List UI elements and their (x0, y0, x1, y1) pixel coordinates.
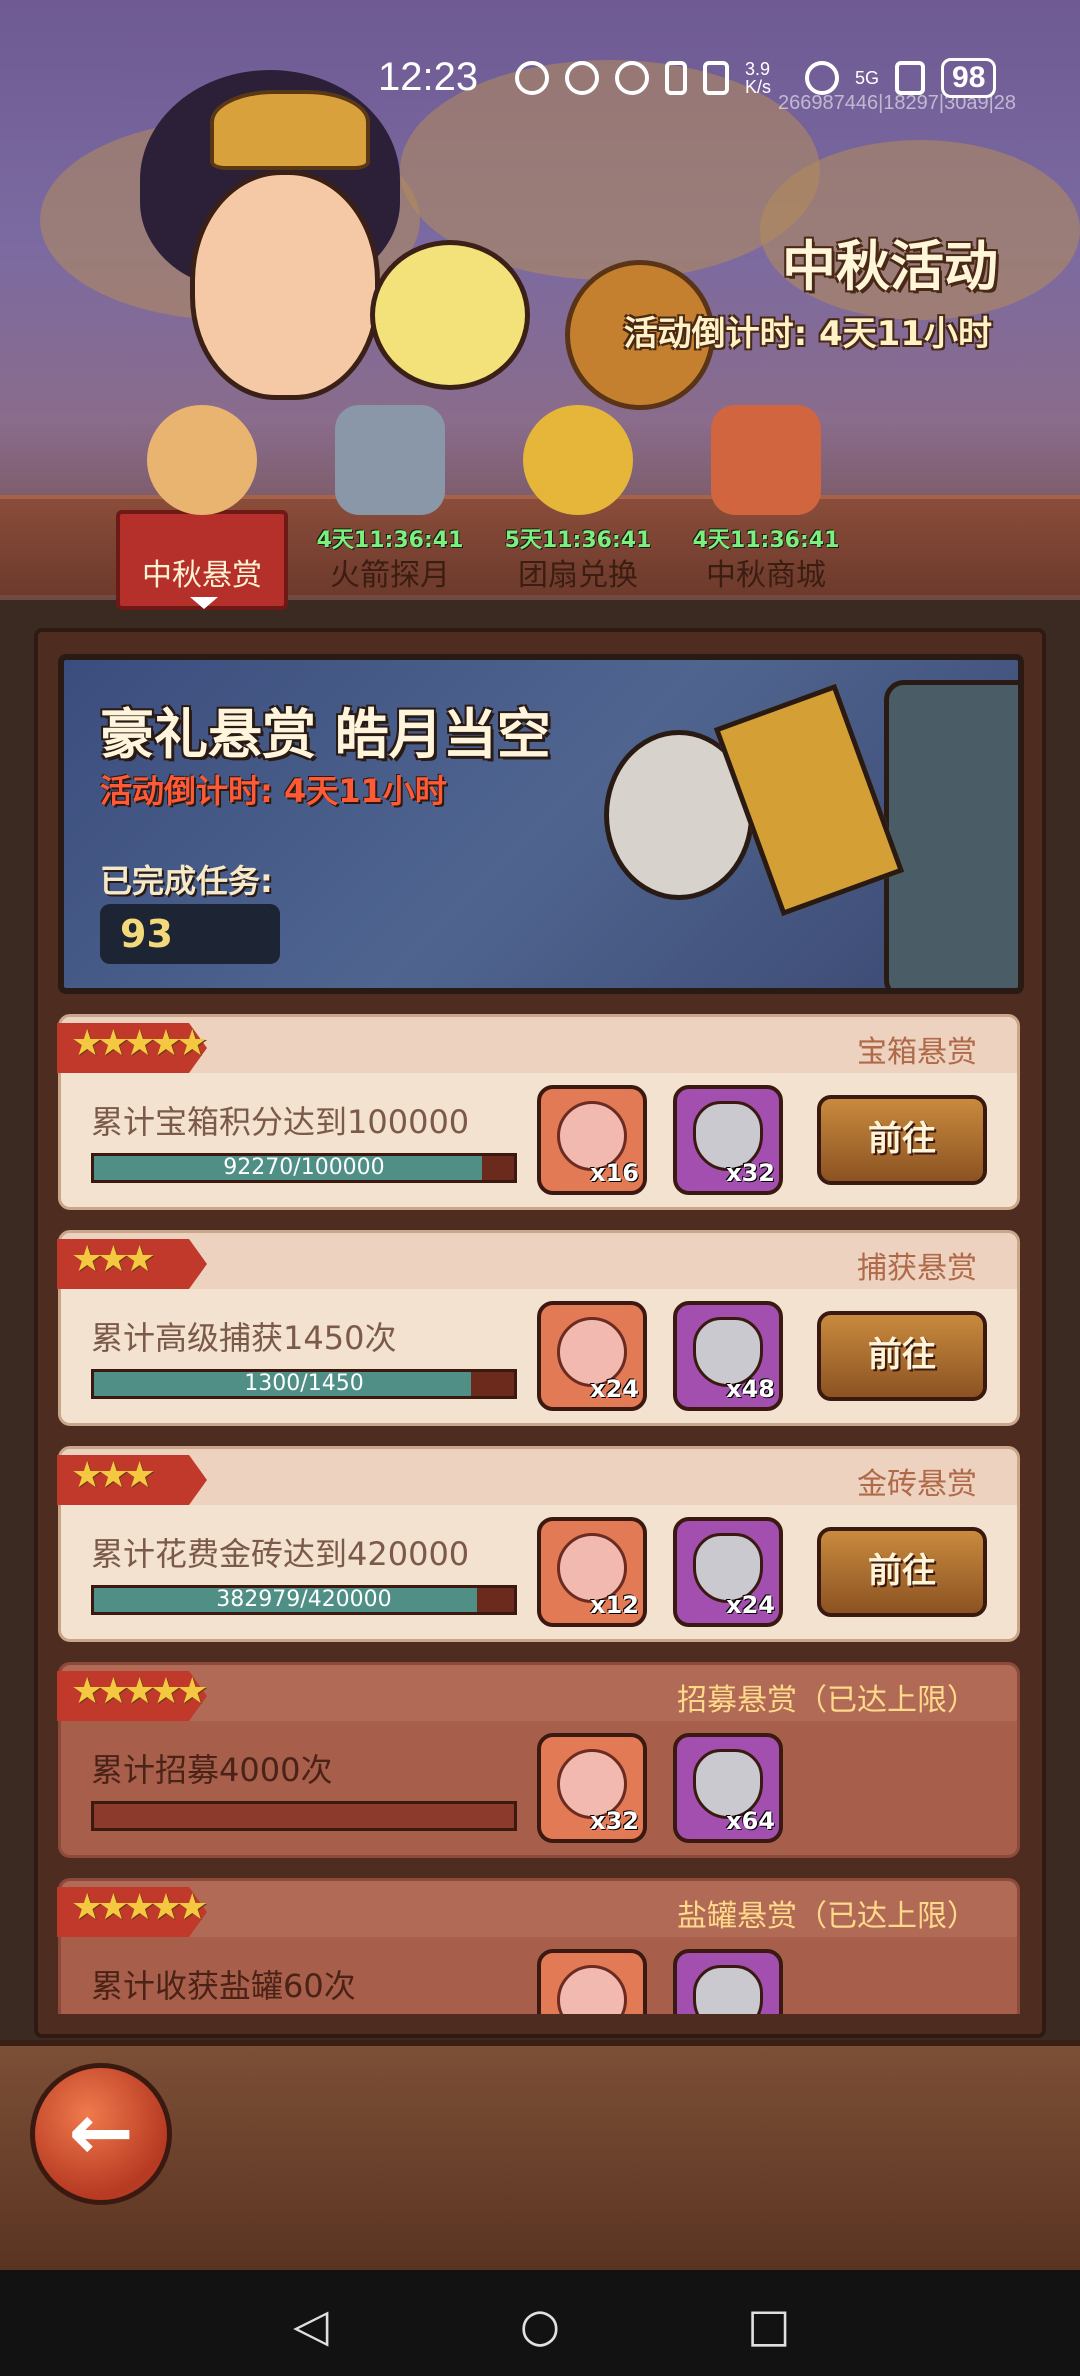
bluetooth-icon (665, 61, 687, 95)
task-progress-bar: 382979/420000 (91, 1585, 517, 1615)
tab-label: 中秋悬赏 (142, 558, 262, 593)
go-button[interactable]: 前往 (817, 1095, 987, 1185)
task-description: 累计招募4000次 (91, 1751, 333, 1789)
bounty-panel: 豪礼悬赏 皓月当空 活动倒计时: 4天11小时 已完成任务: 93 ★★★★★ … (34, 628, 1046, 2038)
task-category: 捕获悬赏 (857, 1251, 977, 1286)
task-row: ★★★★★ 盐罐悬赏（已达上限） 累计收获盐罐60次 (57, 1878, 1020, 2014)
reward-rocket-item[interactable]: x24 (673, 1517, 783, 1627)
character-princess (190, 170, 380, 400)
signal-icon (895, 61, 926, 95)
task-description: 累计收获盐罐60次 (91, 1967, 356, 2005)
tab-label: 中秋商城 (706, 558, 826, 593)
task-description: 累计高级捕获1450次 (91, 1319, 397, 1357)
task-category: 招募悬赏（已达上限） (677, 1683, 977, 1718)
rocket-icon (335, 405, 445, 515)
reward-rocket-item[interactable]: x64 (673, 1733, 783, 1843)
task-description: 累计花费金砖达到420000 (91, 1535, 470, 1573)
completed-tasks-value: 93 (100, 904, 280, 964)
nav-home-icon[interactable]: ○ (515, 2300, 565, 2350)
reward-rocket-item[interactable]: x48 (673, 1301, 783, 1411)
device-id: 266987446|18297|30a9|28 (778, 92, 1017, 114)
reward-rocket-item[interactable]: x32 (673, 1085, 783, 1195)
event-title: 中秋活动 (782, 235, 998, 298)
hero-banner: 豪礼悬赏 皓月当空 活动倒计时: 4天11小时 已完成任务: 93 (58, 654, 1024, 994)
reward-chest-item[interactable]: x24 (537, 1301, 647, 1411)
eye-icon (565, 61, 599, 95)
robot-illustration (884, 680, 1018, 988)
reward-count: x64 (726, 1807, 775, 1835)
task-progress-bar (91, 1801, 517, 1831)
go-button[interactable]: 前往 (817, 1527, 987, 1617)
system-nav-bar: ◁ ○ □ (0, 2270, 1080, 2376)
tab-label: 团扇兑换 (518, 558, 638, 593)
star-rating: ★★★ (71, 1455, 156, 1496)
character-rabbit (370, 240, 530, 390)
reward-count: x12 (590, 1591, 639, 1619)
task-progress-bar: 1300/1450 (91, 1369, 517, 1399)
rocket-icon (693, 1965, 763, 2014)
progress-text: 382979/420000 (216, 1587, 392, 1612)
fan-icon (523, 405, 633, 515)
network-type: 5G (855, 68, 880, 88)
back-arrow-icon[interactable]: ← (30, 2063, 172, 2205)
reward-count: x32 (590, 1807, 639, 1835)
tab-mid-autumn-bounty[interactable]: 中秋悬赏 (122, 405, 282, 605)
tab-mid-autumn-shop[interactable]: 4天11:36:41 中秋商城 (686, 405, 846, 605)
go-button[interactable]: 前往 (817, 1311, 987, 1401)
reward-chest-item[interactable] (537, 1949, 647, 2014)
heart-cookie-icon (557, 1965, 627, 2014)
speedometer-icon (515, 61, 549, 95)
task-list[interactable]: ★★★★★ 宝箱悬赏 累计宝箱积分达到100000 92270/100000 x… (38, 1014, 1042, 2014)
tab-fan-exchange[interactable]: 5天11:36:41 团扇兑换 (498, 405, 658, 605)
reward-chest-item[interactable]: x16 (537, 1085, 647, 1195)
star-rating: ★★★ (71, 1239, 156, 1280)
star-rating: ★★★★★ (71, 1887, 208, 1928)
net-speed: 3.9 K/s (745, 59, 772, 97)
task-row: ★★★★★ 宝箱悬赏 累计宝箱积分达到100000 92270/100000 x… (57, 1014, 1020, 1210)
task-category: 宝箱悬赏 (857, 1035, 977, 1070)
status-time: 12:23 (378, 55, 479, 99)
nav-recents-icon[interactable]: □ (744, 2300, 794, 2350)
reward-count: x48 (726, 1375, 775, 1403)
hero-countdown: 活动倒计时: 4天11小时 (100, 772, 447, 810)
completed-tasks-label: 已完成任务: (100, 862, 273, 900)
tab-rocket-moon[interactable]: 4天11:36:41 火箭探月 (310, 405, 470, 605)
cloud-icon (147, 405, 257, 515)
reward-chest-item[interactable]: x32 (537, 1733, 647, 1843)
task-description: 累计宝箱积分达到100000 (91, 1103, 470, 1141)
reward-count: x16 (590, 1159, 639, 1187)
gift-box-icon (711, 405, 821, 515)
task-category: 金砖悬赏 (857, 1467, 977, 1502)
progress-text: 92270/100000 (223, 1155, 385, 1180)
alarm-icon (615, 61, 649, 95)
task-row: ★★★ 金砖悬赏 累计花费金砖达到420000 382979/420000 x1… (57, 1446, 1020, 1642)
task-category: 盐罐悬赏（已达上限） (677, 1899, 977, 1934)
reward-count: x24 (590, 1375, 639, 1403)
status-bar: 12:23 3.9 K/s 5G 98 266987446|18297|30a9… (0, 0, 1080, 140)
nav-back-icon[interactable]: ◁ (286, 2300, 336, 2350)
progress-text: 1300/1450 (244, 1371, 364, 1396)
hero-title: 豪礼悬赏 皓月当空 (100, 703, 551, 766)
reward-chest-item[interactable]: x12 (537, 1517, 647, 1627)
vibrate-icon (703, 61, 729, 95)
task-row: ★★★★★ 招募悬赏（已达上限） 累计招募4000次 x32 x64 (57, 1662, 1020, 1858)
reward-count: x32 (726, 1159, 775, 1187)
star-rating: ★★★★★ (71, 1671, 208, 1712)
task-row: ★★★ 捕获悬赏 累计高级捕获1450次 1300/1450 x24 x48 前… (57, 1230, 1020, 1426)
task-progress-bar: 92270/100000 (91, 1153, 517, 1183)
treasure-chest-illustration (713, 683, 905, 917)
wifi-icon (805, 61, 839, 95)
star-rating: ★★★★★ (71, 1023, 208, 1064)
event-countdown: 活动倒计时: 4天11小时 (623, 314, 992, 354)
reward-count: x24 (726, 1591, 775, 1619)
reward-rocket-item[interactable] (673, 1949, 783, 2014)
tab-label: 火箭探月 (330, 558, 450, 593)
